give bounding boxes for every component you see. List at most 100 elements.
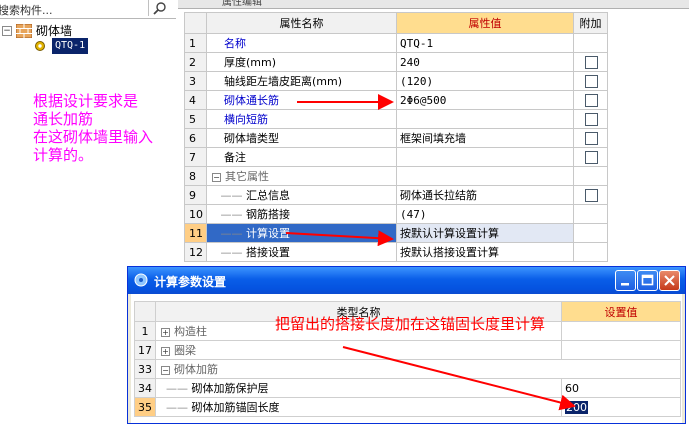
attach-checkbox[interactable] [585,131,598,145]
calc-param-row[interactable]: 34 —— 砌体加筋保护层 60 [134,378,681,398]
expand-icon[interactable]: + [161,346,170,356]
property-row[interactable]: 6 砌体墙类型 框架间填充墙 [184,128,608,148]
attach-cell [573,128,608,148]
property-name: 其它属性 [225,170,269,183]
search-button[interactable] [148,0,171,16]
property-value-cell[interactable]: 240 [396,52,574,72]
property-row[interactable]: 2 厚度(mm) 240 [184,52,608,72]
search-input[interactable]: 搜索构件... [0,2,53,18]
property-name-cell[interactable]: 砌体通长筋 [206,90,397,110]
row-number: 12 [184,242,207,262]
tree-root-label: 砌体墙 [36,24,73,38]
property-value-cell[interactable]: QTQ-1 [396,33,574,53]
minimize-button[interactable] [615,270,636,291]
property-value-cell[interactable]: 砌体通长拉结筋 [396,185,574,205]
property-row[interactable]: 7 备注 [184,147,608,167]
param-value-cell[interactable] [561,340,681,360]
close-button[interactable] [659,270,680,291]
dialog-titlebar[interactable]: 计算参数设置 [128,267,685,294]
property-value-cell[interactable] [396,166,574,186]
property-value-cell[interactable]: 按默认计算设置计算 [396,223,574,243]
property-name-cell[interactable]: 名称 [206,33,397,53]
property-row[interactable]: 8− 其它属性 [184,166,608,186]
property-name-cell[interactable]: 横向短筋 [206,109,397,129]
annotation-line-2: 通长加筋 [33,110,94,128]
calc-param-row[interactable]: 33− 砌体加筋 [134,359,681,379]
search-bar[interactable]: 搜索构件... [0,0,176,19]
tree-child-label: QTQ-1 [52,38,89,54]
property-name-cell[interactable]: —— 计算设置 [206,223,397,243]
attach-checkbox[interactable] [585,74,598,88]
param-name: 构造柱 [174,325,207,338]
property-name-cell[interactable]: —— 钢筋搭接 [206,204,397,224]
property-name-cell[interactable]: —— 汇总信息 [206,185,397,205]
param-group-cell[interactable]: − 砌体加筋 [155,359,681,379]
param-value-cell[interactable]: 60 [561,378,681,398]
property-row[interactable]: 4 砌体通长筋 2Φ6@500 [184,90,608,110]
attach-checkbox[interactable] [585,188,598,202]
attach-cell [573,33,608,53]
property-row[interactable]: 10 —— 钢筋搭接 (47) [184,204,608,224]
property-name-cell[interactable]: 砌体墙类型 [206,128,397,148]
annotation-line-3: 在这砌体墙里输入 [33,128,154,146]
param-value: 60 [565,381,579,395]
row-number: 17 [134,340,156,360]
collapse-icon[interactable]: − [161,365,170,375]
param-name-cell[interactable]: —— 砌体加筋锚固长度 [155,397,562,417]
header-corner [134,301,156,322]
property-row[interactable]: 3 轴线距左墙皮距离(mm) (120) [184,71,608,91]
param-value-cell[interactable]: 200 [561,397,681,417]
attach-checkbox[interactable] [585,150,598,164]
property-name-cell[interactable]: 备注 [206,147,397,167]
property-value-cell[interactable]: 按默认搭接设置计算 [396,242,574,262]
property-value-cell[interactable]: (120) [396,71,574,91]
param-value-cell[interactable] [561,321,681,341]
param-name-cell[interactable]: + 圈梁 [155,340,562,360]
tree-line-icon: —— [159,401,192,414]
property-row[interactable]: 1 名称 QTQ-1 [184,33,608,53]
attach-cell [573,185,608,205]
property-value-cell[interactable]: (47) [396,204,574,224]
property-name-cell[interactable]: 轴线距左墙皮距离(mm) [206,71,397,91]
property-row[interactable]: 11 —— 计算设置 按默认计算设置计算 [184,223,608,243]
app-icon [134,273,148,287]
property-value-cell[interactable] [396,109,574,129]
property-row[interactable]: 5 横向短筋 [184,109,608,129]
property-editor-tab[interactable]: 属性编辑 [178,0,689,9]
row-number: 2 [184,52,207,72]
attach-cell [573,71,608,91]
property-name-cell[interactable]: − 其它属性 [206,166,397,186]
collapse-icon[interactable]: − [212,172,221,182]
tree-line-icon: —— [210,208,246,221]
calc-param-row[interactable]: 35 —— 砌体加筋锚固长度 200 [134,397,681,417]
property-row[interactable]: 9 —— 汇总信息 砌体通长拉结筋 [184,185,608,205]
calc-param-row[interactable]: 17 + 圈梁 [134,340,681,360]
property-name: 汇总信息 [246,189,290,202]
property-row[interactable]: 12 —— 搭接设置 按默认搭接设置计算 [184,242,608,262]
attach-cell [573,166,608,186]
property-value-cell[interactable]: 2Φ6@500 [396,90,574,110]
annotation-line-1: 根据设计要求是 [33,92,139,110]
property-name-cell[interactable]: 厚度(mm) [206,52,397,72]
expand-icon[interactable]: + [161,327,170,337]
attach-cell [573,242,608,262]
row-number: 8 [184,166,207,186]
property-name: 轴线距左墙皮距离(mm) [224,75,343,88]
param-name-cell[interactable]: —— 砌体加筋保护层 [155,378,562,398]
attach-checkbox[interactable] [585,55,598,69]
property-value-cell[interactable]: 框架间填充墙 [396,128,574,148]
attach-checkbox[interactable] [585,93,598,107]
tree-line-icon: —— [210,246,246,259]
collapse-icon[interactable]: − [2,26,12,36]
row-number: 6 [184,128,207,148]
attach-checkbox[interactable] [585,112,598,126]
property-value-cell[interactable] [396,147,574,167]
param-value-editor[interactable]: 200 [565,400,588,414]
property-name-cell[interactable]: —— 搭接设置 [206,242,397,262]
attach-cell [573,147,608,167]
maximize-button[interactable] [637,270,658,291]
header-property-name: 属性名称 [206,12,397,34]
row-number: 5 [184,109,207,129]
header-attach: 附加 [573,12,608,34]
property-name: 搭接设置 [246,246,290,259]
